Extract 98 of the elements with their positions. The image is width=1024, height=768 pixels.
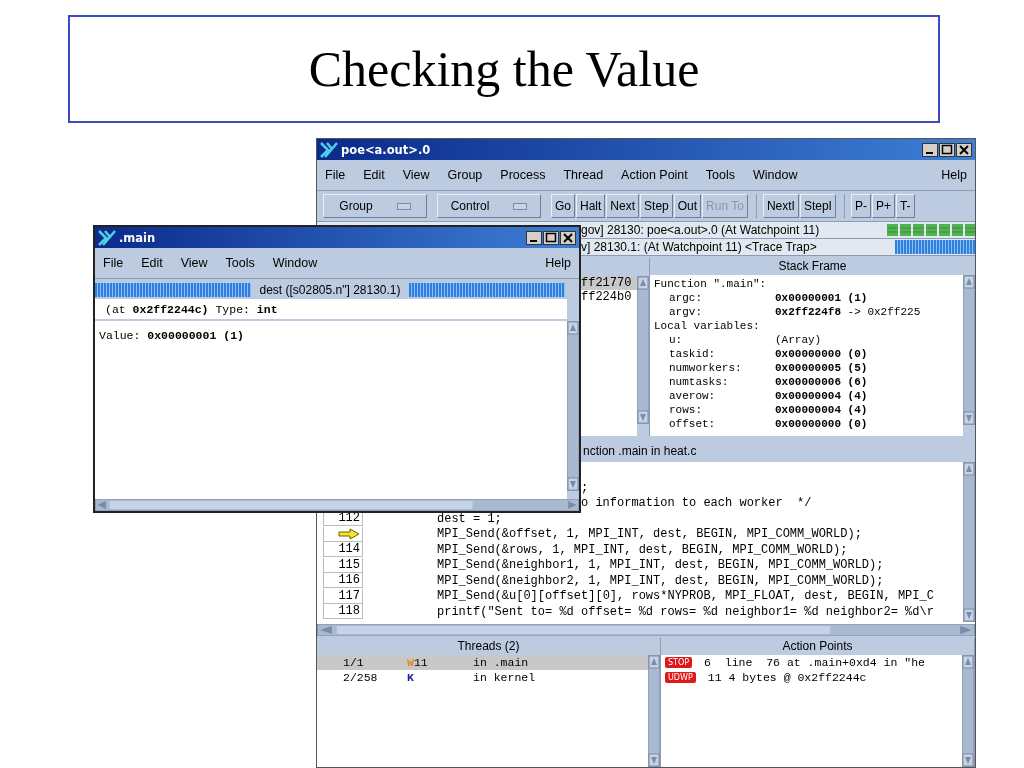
code-line: MPI_Send(&offset, 1, MPI_INT, dest, BEGIN, MPI_COMM_WORLD); xyxy=(437,527,862,542)
menu-item[interactable]: View xyxy=(402,168,430,182)
vertical-scrollbar[interactable] xyxy=(962,655,974,767)
variable-name: argv: xyxy=(669,305,703,319)
value-line: Value: 0x00000001 (1) xyxy=(99,329,244,342)
variable-name: offset: xyxy=(669,417,717,431)
stack-item[interactable]: ff224b0 xyxy=(581,290,637,304)
action-point-badge: STOP xyxy=(665,657,693,668)
line-number: 117 xyxy=(338,588,360,603)
maximize-button[interactable] xyxy=(939,142,955,157)
stack-item[interactable]: ff21770 xyxy=(581,276,637,290)
action-point-text[interactable]: 6 line 76 at .main+0xd4 in "he xyxy=(704,656,925,669)
toolbar-button[interactable]: NextI xyxy=(762,194,799,218)
menu-item[interactable]: Edit xyxy=(141,256,163,270)
code-line: MPI_Send(&neighbor1, 1, MPI_INT, dest, BEGIN, MPI_COMM_WORLD); xyxy=(437,558,884,573)
minimize-button[interactable] xyxy=(922,142,938,157)
address-line: (at 0x2ff2244c) Type: int xyxy=(105,302,278,316)
variable-name: rows: xyxy=(669,403,703,417)
window-title: .main xyxy=(119,230,156,245)
toolbar-button[interactable]: P+ xyxy=(871,194,895,218)
variable-value: 0x00000001 (1) xyxy=(775,291,868,305)
minimize-button[interactable] xyxy=(526,230,542,245)
variable-value: 0x00000000 (0) xyxy=(775,417,868,431)
variable-value: 0x00000000 (0) xyxy=(775,347,868,361)
vertical-scrollbar[interactable] xyxy=(648,655,660,767)
maximize-button[interactable] xyxy=(543,230,559,245)
status-text: v] 28130.1: (At Watchpoint 11) <Trace Trap> xyxy=(581,240,817,254)
dropdown-button[interactable]: Group xyxy=(323,194,427,218)
action-point-text[interactable]: 11 4 bytes @ 0x2ff2244c xyxy=(707,671,867,684)
toolbar-button[interactable]: Step xyxy=(640,194,673,218)
slide-title: Checking the Value xyxy=(68,15,940,123)
x-logo-icon xyxy=(98,229,116,246)
line-number: 116 xyxy=(338,573,360,588)
variable-name: averow: xyxy=(669,389,717,403)
variable-value: 0x2ff224f8 -> 0x2ff225 xyxy=(775,305,921,319)
line-number: 118 xyxy=(338,604,360,619)
menu-item[interactable]: Help xyxy=(545,256,571,270)
menu-item[interactable]: File xyxy=(103,256,124,270)
horizontal-scrollbar[interactable] xyxy=(317,624,975,636)
toolbar-button[interactable]: Halt xyxy=(576,194,606,218)
variable-value: 0x00000004 (4) xyxy=(775,389,868,403)
variable-header: dest ([s02805.n"] 28130.1) xyxy=(259,283,401,297)
code-line: MPI_Send(&neighbor2, 1, MPI_INT, dest, BEGIN, MPI_COMM_WORLD); xyxy=(437,573,884,588)
thread-row[interactable]: 2/258 K in kernel xyxy=(317,670,648,685)
panel-header: Stack Frame xyxy=(777,258,848,275)
close-button[interactable] xyxy=(560,230,576,245)
close-button[interactable] xyxy=(956,142,972,157)
menu-item[interactable]: Tools xyxy=(225,256,255,270)
line-number: 115 xyxy=(338,557,360,572)
vertical-scrollbar[interactable] xyxy=(963,275,975,425)
frame-heading: Local variables: xyxy=(654,319,761,333)
vertical-scrollbar[interactable] xyxy=(637,276,649,424)
variable-value: 0x00000004 (4) xyxy=(775,403,868,417)
variable-value: 0x00000006 (6) xyxy=(775,375,868,389)
menu-item[interactable]: Edit xyxy=(363,168,385,182)
variable-name: taskid: xyxy=(669,347,717,361)
variable-value: (Array) xyxy=(775,333,822,347)
variable-value: 0x00000005 (5) xyxy=(775,361,868,375)
action-point-badge: UDWP xyxy=(665,672,696,683)
horizontal-scrollbar[interactable] xyxy=(95,499,579,511)
menu-item[interactable]: Window xyxy=(272,256,318,270)
toolbar-button[interactable]: StepI xyxy=(799,194,836,218)
variable-name: u: xyxy=(669,333,684,347)
vertical-scrollbar[interactable] xyxy=(567,321,579,491)
menu-item[interactable]: Tools xyxy=(705,168,735,182)
code-line: ; xyxy=(581,480,589,495)
code-line: o information to each worker */ xyxy=(581,496,812,511)
code-line: MPI_Send(&rows, 1, MPI_INT, dest, BEGIN, MPI_COMM_WORLD); xyxy=(437,542,848,557)
code-line: MPI_Send(&u[0][offset][0], rows*NYPROB, MPI_FLOAT, dest, BEGIN, MPI_C xyxy=(437,589,934,604)
menu-item[interactable]: Action Point xyxy=(621,168,688,182)
variable-name: argc: xyxy=(669,291,703,305)
dropdown-button[interactable]: Control xyxy=(437,194,541,218)
x-logo-icon xyxy=(320,141,338,158)
toolbar-button[interactable]: P- xyxy=(850,194,871,218)
frame-heading: Function ".main": xyxy=(654,277,768,291)
vertical-scrollbar[interactable] xyxy=(963,462,975,622)
toolbar-button[interactable]: Go xyxy=(551,194,575,218)
thread-row[interactable]: 1/1 W11 in .main xyxy=(317,655,648,670)
variable-name: numtasks: xyxy=(669,375,730,389)
menu-item[interactable]: Help xyxy=(941,168,967,182)
toolbar-button[interactable]: Next xyxy=(606,194,640,218)
menu-item[interactable]: File xyxy=(325,168,346,182)
menu-item[interactable]: Window xyxy=(753,168,798,182)
line-number: 114 xyxy=(338,542,360,557)
menu-item[interactable]: View xyxy=(180,256,208,270)
panel-header: Action Points xyxy=(781,638,854,655)
toolbar-button[interactable]: T- xyxy=(895,194,915,218)
menu-item[interactable]: Group xyxy=(447,168,483,182)
source-title: nction .main in heat.c xyxy=(583,444,697,458)
toolbar-button[interactable]: Out xyxy=(673,194,702,218)
variable-name: numworkers: xyxy=(669,361,743,375)
menu-item[interactable]: Process xyxy=(500,168,546,182)
status-text: gov] 28130: poe<a.out>.0 (At Watchpoint 11) xyxy=(581,223,820,237)
menu-item[interactable]: Thread xyxy=(563,168,604,182)
window-title: poe<a.out>.0 xyxy=(341,142,431,157)
panel-header: Threads (2) xyxy=(456,638,521,655)
code-line: printf("Sent to= %d offset= %d rows= %d neighbor1= %d neighbor2= %d\r xyxy=(437,604,934,619)
code-line: dest = 1; xyxy=(437,511,502,526)
